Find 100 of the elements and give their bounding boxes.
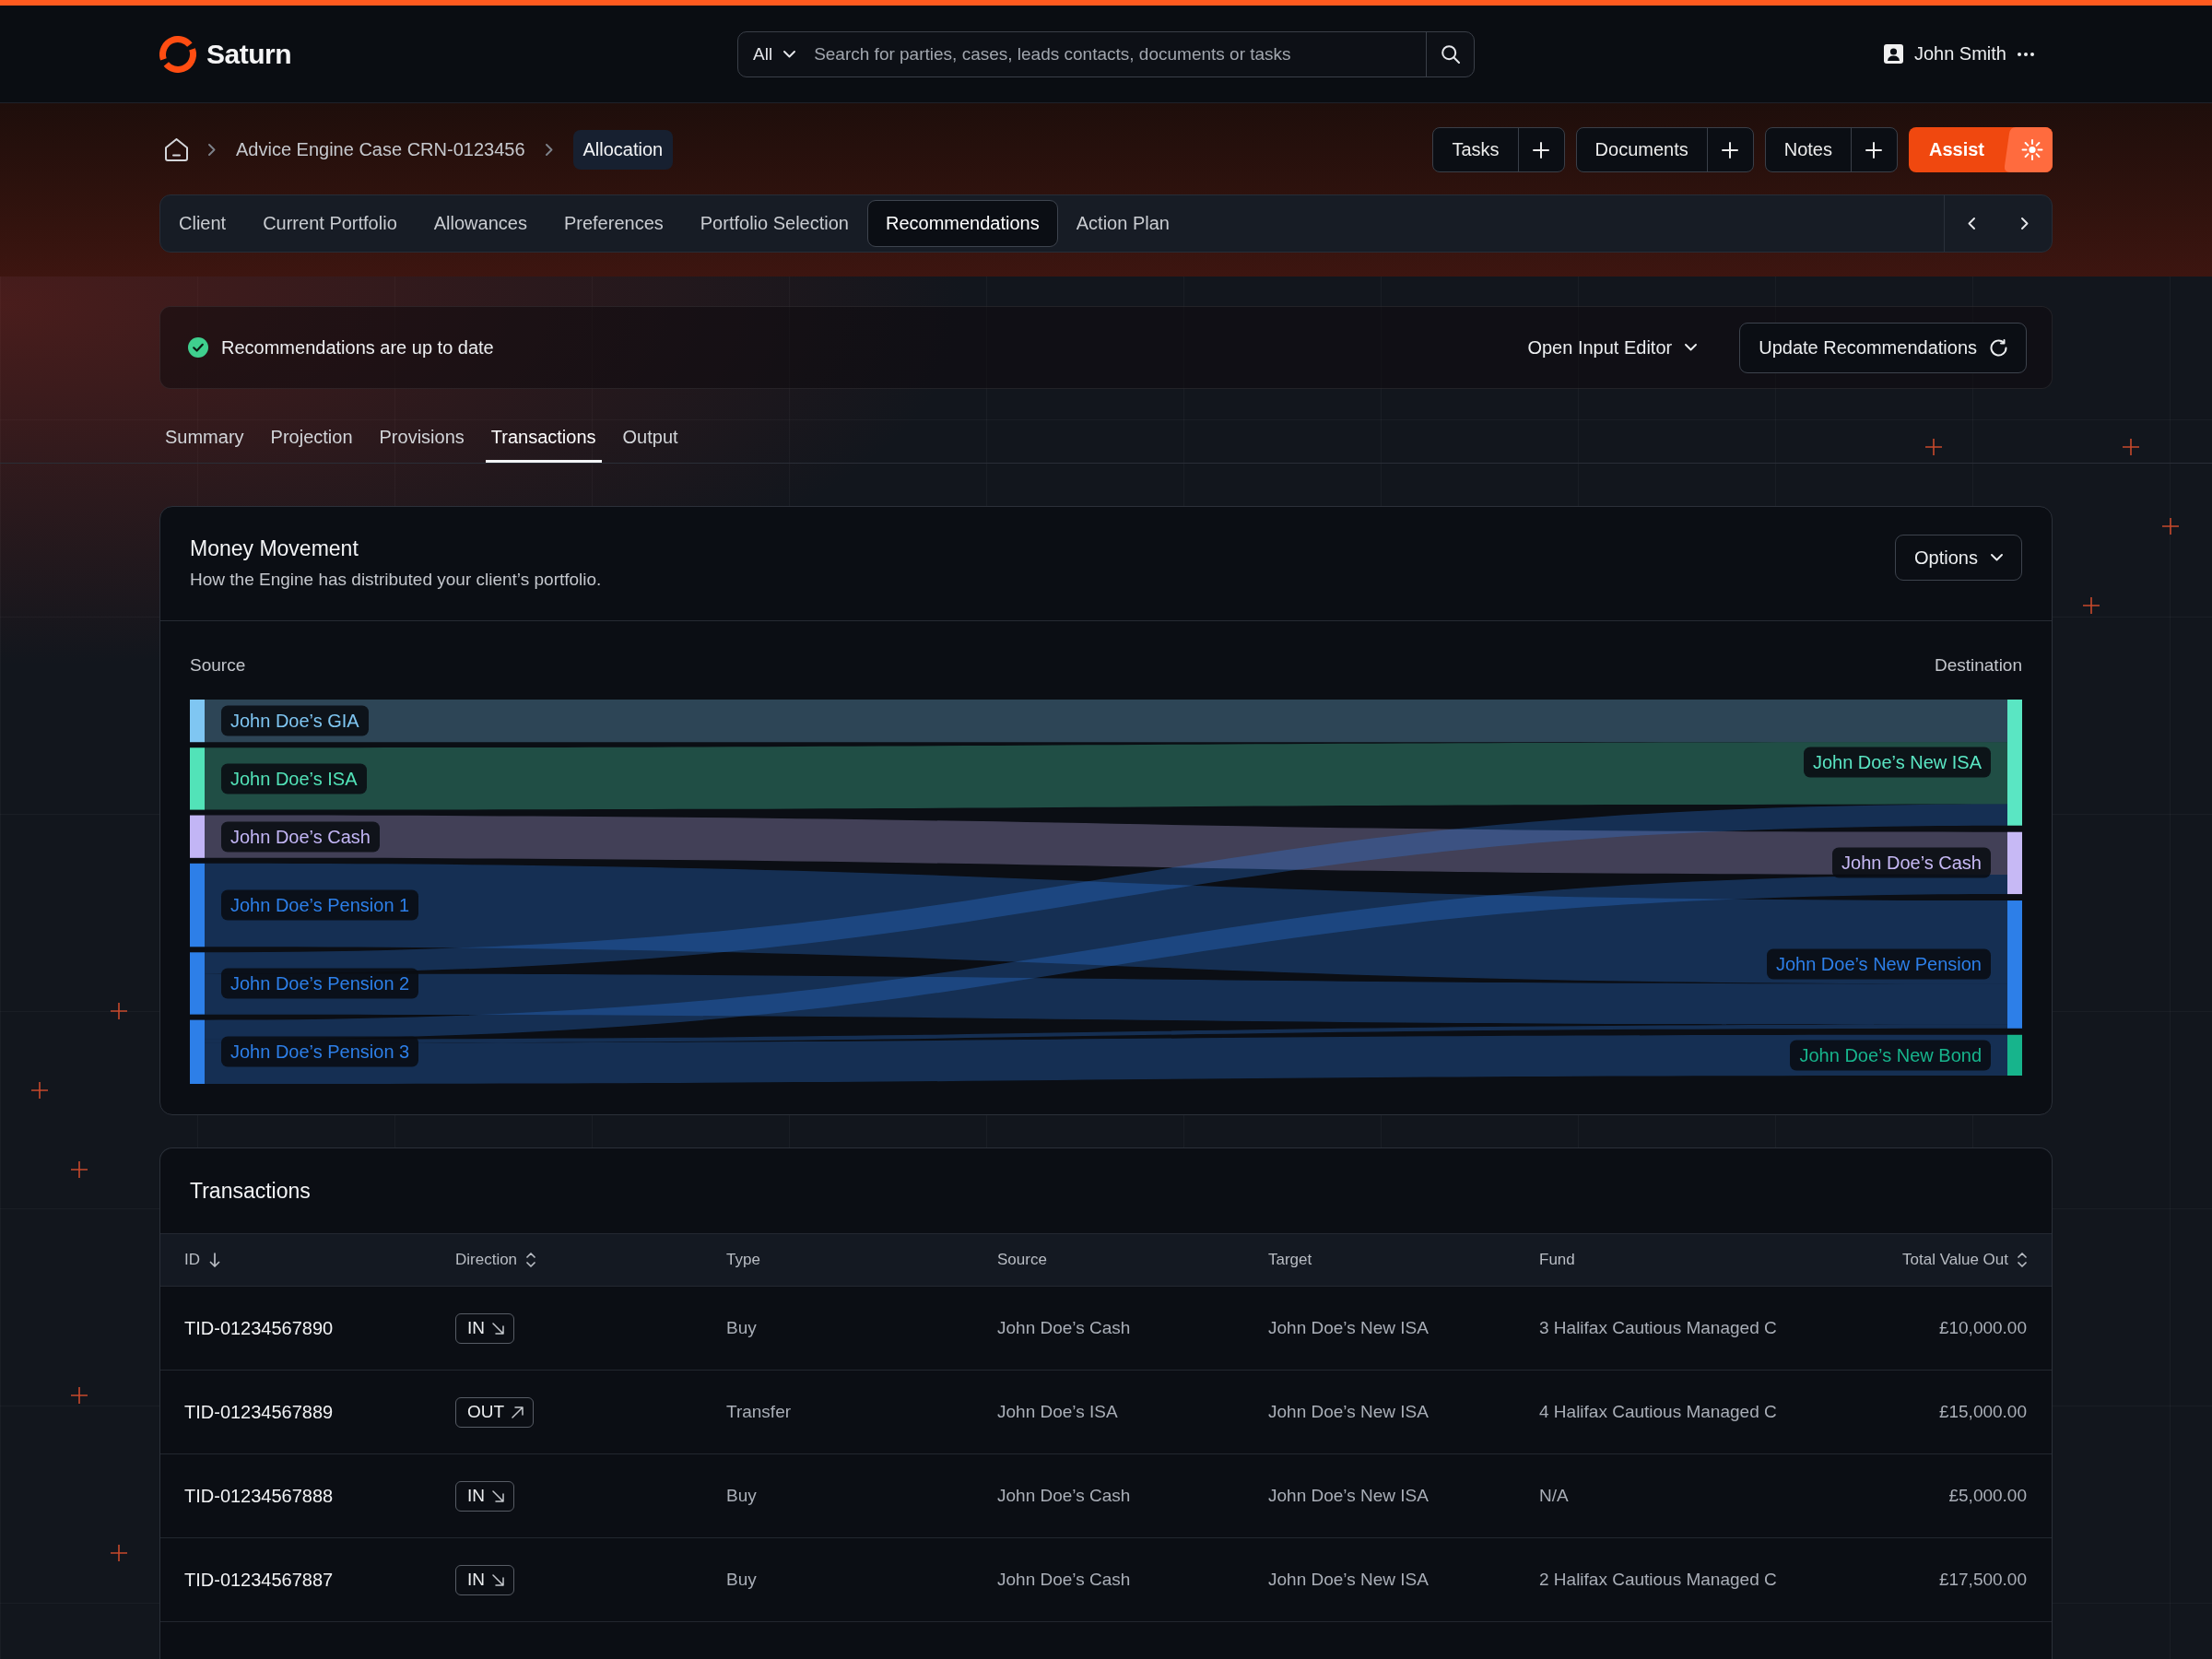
assist-button[interactable]: Assist xyxy=(1908,127,2053,172)
plus-icon xyxy=(1722,141,1739,159)
tab[interactable]: Current Portfolio xyxy=(244,200,416,247)
chevron-right-icon xyxy=(545,144,553,156)
node-label: John Doe’s Pension 1 xyxy=(221,889,419,921)
table-cell: Buy xyxy=(726,1570,757,1590)
plus-mark-icon xyxy=(2123,439,2139,455)
plus-mark-icon xyxy=(111,1545,127,1561)
node-label: John Doe’s ISA xyxy=(221,763,367,794)
sub-tab[interactable]: Transactions xyxy=(485,411,602,463)
home-link[interactable] xyxy=(165,138,188,161)
tab[interactable]: Preferences xyxy=(545,200,682,247)
table-cell: Transfer xyxy=(726,1402,792,1422)
column-header: Source xyxy=(997,1251,1047,1269)
table-cell: John Doe’s Cash xyxy=(997,1570,1131,1590)
home-icon xyxy=(165,138,188,161)
table-cell: £15,000.00 xyxy=(1938,1402,2027,1422)
update-button[interactable]: Update Recommendations xyxy=(1739,322,2027,373)
arrow-down-right-icon xyxy=(492,1489,504,1502)
table-cell: John Doe’s Cash xyxy=(997,1486,1131,1506)
plus-mark-icon xyxy=(2162,518,2179,535)
column-header: Target xyxy=(1268,1251,1312,1269)
arrow-down-right-icon xyxy=(492,1322,504,1335)
node-label: John Doe’s New ISA xyxy=(1803,747,1991,778)
table-cell: £5,000.00 xyxy=(1948,1486,2027,1506)
node-label: John Doe’s Cash xyxy=(221,821,380,853)
table-cell: £17,500.00 xyxy=(1938,1570,2027,1590)
direction-text: IN xyxy=(467,1486,485,1506)
table-cell: Buy xyxy=(726,1318,757,1338)
check-circle-icon xyxy=(188,337,208,358)
plus-mark-icon xyxy=(31,1082,48,1099)
tab[interactable]: Portfolio Selection xyxy=(681,200,867,247)
chevron-right-icon xyxy=(2021,218,2029,229)
sub-tab[interactable]: Projection xyxy=(265,411,359,463)
plus-mark-icon xyxy=(111,1003,127,1019)
column-header[interactable]: Total Value Out xyxy=(1902,1251,2027,1269)
tab[interactable]: Action Plan xyxy=(1057,200,1188,247)
table-cell: TID-01234567887 xyxy=(184,1569,334,1591)
table-cell: Buy xyxy=(726,1486,757,1506)
sub-tab[interactable]: Provisions xyxy=(373,411,470,463)
plus-mark-icon xyxy=(1925,439,1942,455)
table-cell: John Doe’s New ISA xyxy=(1268,1486,1429,1506)
user-icon xyxy=(1883,44,1903,64)
node-label: John Doe’s Pension 2 xyxy=(221,968,419,999)
search-field[interactable]: All Search for parties, cases, leads contacts, documents or tasks xyxy=(737,30,1475,77)
sub-tab[interactable]: Output xyxy=(617,411,684,463)
table-cell: 3 Halifax Cautious Managed C xyxy=(1539,1318,1777,1338)
table-cell: N/A xyxy=(1539,1486,1569,1506)
axis-label: Source xyxy=(190,654,246,677)
logo-text: Saturn xyxy=(206,38,291,70)
arrow-down-right-icon xyxy=(492,1573,504,1586)
column-header: Type xyxy=(726,1251,760,1269)
breadcrumb-link[interactable]: Allocation xyxy=(572,130,674,170)
column-header[interactable]: Direction xyxy=(455,1251,536,1269)
table-cell: £10,000.00 xyxy=(1938,1318,2027,1338)
node-label: John Doe’s GIA xyxy=(221,705,369,736)
table-cell: John Doe’s New ISA xyxy=(1268,1570,1429,1590)
table-cell: TID-01234567888 xyxy=(184,1485,334,1507)
user-name: John Smith xyxy=(1913,43,2006,65)
editor-menu-button[interactable]: Open Input Editor xyxy=(1522,335,1703,359)
tab[interactable]: Client xyxy=(160,200,245,247)
status-message: Recommendations are up to date xyxy=(221,336,494,359)
table-cell: John Doe’s Cash xyxy=(997,1318,1131,1338)
chevron-down-icon xyxy=(1685,344,1698,351)
search-icon xyxy=(1441,44,1460,64)
node-label: John Doe’s New Pension xyxy=(1766,948,1991,980)
direction-text: IN xyxy=(467,1318,485,1338)
logo-icon xyxy=(159,35,196,73)
node-label: John Doe’s Pension 3 xyxy=(221,1036,419,1067)
table-cell: John Doe’s New ISA xyxy=(1268,1318,1429,1338)
plus-mark-icon xyxy=(2083,597,2100,614)
chevron-right-icon xyxy=(208,144,216,156)
table-cell: TID-01234567890 xyxy=(184,1317,334,1339)
plus-mark-icon xyxy=(71,1387,88,1404)
chevron-down-icon xyxy=(783,50,796,58)
table-cell: John Doe’s New ISA xyxy=(1268,1402,1429,1422)
more-button[interactable] xyxy=(2018,52,2034,56)
node-label: John Doe’s New Bond xyxy=(1790,1040,1991,1071)
plus-icon xyxy=(1533,141,1550,159)
breadcrumb-link[interactable]: Advice Engine Case CRN-0123456 xyxy=(236,130,525,170)
arrow-up-right-icon xyxy=(512,1406,524,1418)
plus-mark-icon xyxy=(71,1161,88,1178)
card-subtitle: How the Engine has distributed your client’s portfolio. xyxy=(190,569,602,591)
sub-tab[interactable]: Summary xyxy=(159,411,250,463)
chevron-down-icon xyxy=(1991,554,2003,561)
direction-text: OUT xyxy=(467,1402,505,1422)
tab[interactable]: Allowances xyxy=(415,200,546,247)
refresh-icon xyxy=(1990,338,2007,357)
column-header[interactable]: ID xyxy=(184,1251,220,1269)
axis-label: Destination xyxy=(1934,654,2022,677)
card-title: Money Movement xyxy=(190,535,359,562)
scope-dropdown[interactable]: All xyxy=(738,31,809,76)
options-button[interactable]: Options xyxy=(1895,535,2022,581)
card-title: Transactions xyxy=(190,1178,311,1205)
direction-text: IN xyxy=(467,1570,485,1590)
column-header: Fund xyxy=(1539,1251,1575,1269)
table-cell: John Doe’s ISA xyxy=(997,1402,1118,1422)
node-label: John Doe’s Cash xyxy=(1832,847,1991,878)
tab[interactable]: Recommendations xyxy=(867,200,1058,247)
table-cell: 2 Halifax Cautious Managed C xyxy=(1539,1570,1777,1590)
